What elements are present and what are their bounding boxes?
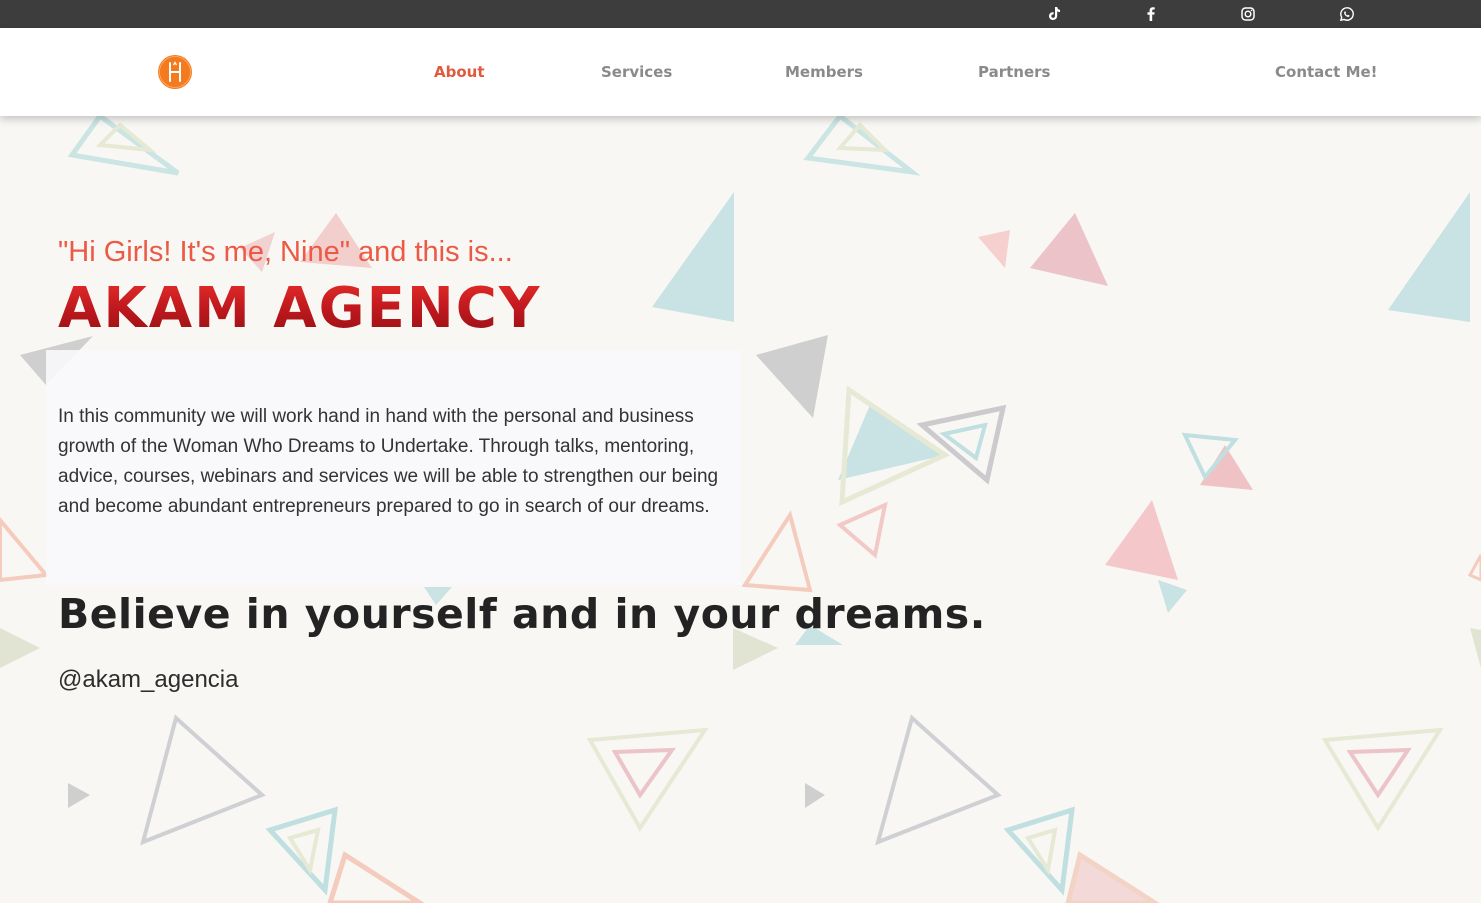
tiktok-icon[interactable] (1045, 5, 1063, 23)
hero-description: In this community we will work hand in h… (58, 406, 719, 517)
nav-about[interactable]: About (434, 63, 485, 81)
brand-title: AKAM AGENCY (58, 276, 542, 341)
nav-services[interactable]: Services (601, 63, 672, 81)
logo-icon[interactable] (157, 54, 193, 90)
social-bar (0, 0, 1481, 28)
nav-members[interactable]: Members (785, 63, 863, 81)
description-card: In this community we will work hand in h… (46, 350, 741, 585)
facebook-icon[interactable] (1142, 5, 1160, 23)
main-navbar: About Services Members Partners Contact … (0, 28, 1481, 116)
instagram-icon[interactable] (1239, 5, 1257, 23)
nav-partners[interactable]: Partners (978, 63, 1050, 81)
instagram-handle[interactable]: @akam_agencia (58, 666, 238, 694)
hero-greeting: "Hi Girls! It's me, Nine" and this is... (58, 236, 513, 268)
whatsapp-icon[interactable] (1338, 5, 1356, 23)
nav-contact[interactable]: Contact Me! (1275, 63, 1378, 81)
hero-tagline: Believe in yourself and in your dreams. (58, 590, 986, 638)
